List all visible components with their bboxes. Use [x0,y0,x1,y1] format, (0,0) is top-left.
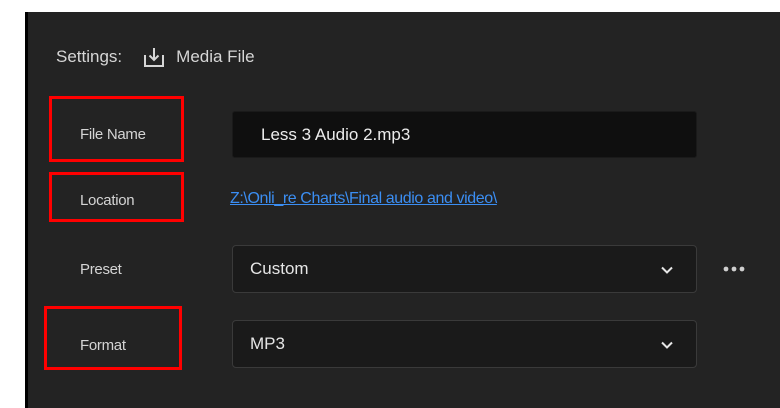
chevron-down-icon [660,337,674,351]
export-tray-icon [142,45,166,69]
file-name-label: File Name [80,126,146,143]
settings-label: Settings: [56,47,123,66]
settings-target-label: Media File [176,47,255,66]
preset-selected-value: Custom [250,259,309,278]
format-dropdown[interactable]: MP3 [232,320,697,368]
preset-label: Preset [80,261,122,278]
preset-dropdown[interactable]: Custom [232,245,697,293]
screenshot-frame: Settings: Media File File Name Less 3 Au… [0,0,780,408]
chevron-down-icon [660,262,674,276]
format-selected-value: MP3 [250,334,285,353]
settings-header: Settings: Media File [56,44,255,70]
more-ellipsis-icon[interactable] [722,262,750,276]
location-path-link[interactable]: Z:\Onli_re Charts\Final audio and video\ [230,190,497,208]
location-label: Location [80,192,135,209]
file-name-input[interactable]: Less 3 Audio 2.mp3 [232,111,697,158]
format-label: Format [80,337,126,354]
